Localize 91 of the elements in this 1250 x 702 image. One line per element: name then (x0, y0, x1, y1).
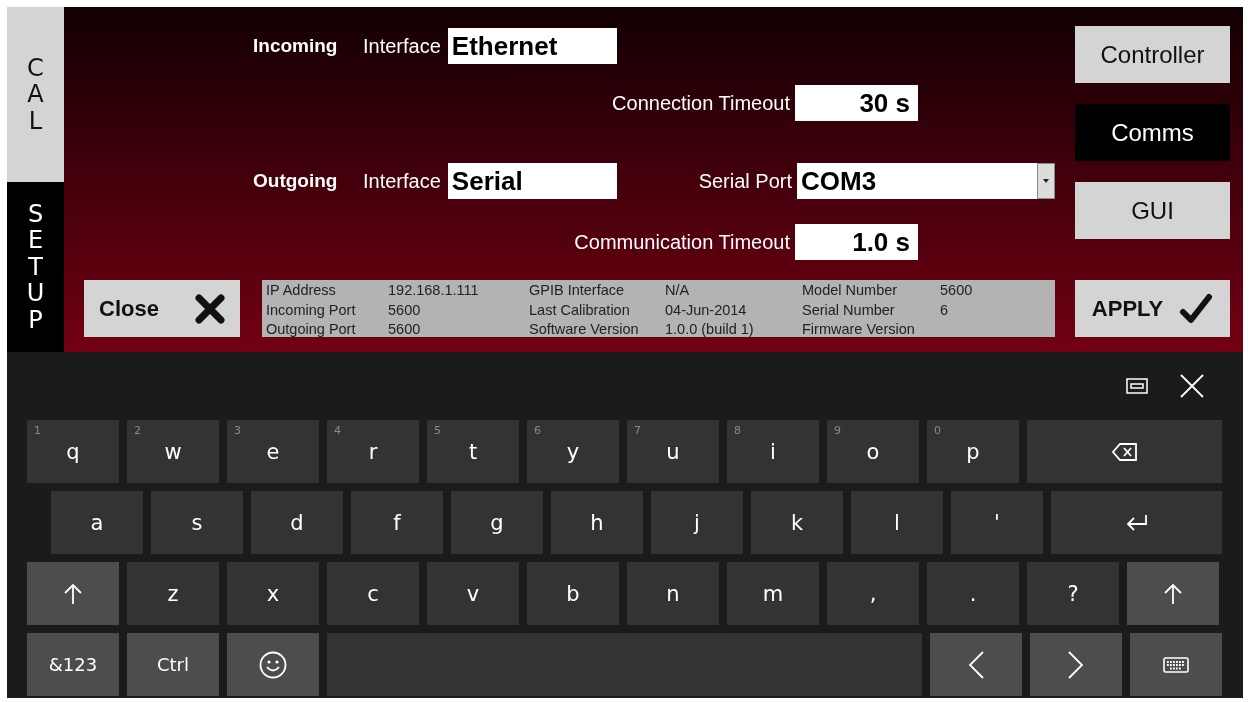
left-key[interactable] (930, 633, 1022, 696)
key[interactable]: ' (951, 491, 1043, 554)
close-icon[interactable] (1180, 374, 1204, 398)
apply-button[interactable]: APPLY (1075, 280, 1230, 337)
key[interactable]: c (327, 562, 419, 625)
key[interactable]: . (927, 562, 1019, 625)
info-value: 5600 (940, 281, 974, 300)
check-icon (1179, 291, 1214, 326)
enter-icon (1124, 513, 1149, 532)
key[interactable]: z (127, 562, 219, 625)
info-label: Last Calibration (529, 300, 631, 320)
key[interactable]: a (51, 491, 143, 554)
info-value: 192.168.1.111 (388, 281, 480, 300)
key[interactable]: v (427, 562, 519, 625)
key[interactable]: 6 y (527, 420, 619, 483)
side-tab[interactable]: SETUP (7, 182, 64, 352)
info-label: Model Number (802, 281, 899, 300)
interface-field[interactable]: Serial (447, 163, 617, 199)
serial-port-field[interactable]: COM3 (797, 163, 1037, 199)
key[interactable]: m (727, 562, 819, 625)
interface-field[interactable]: Ethernet (447, 28, 617, 64)
dock-icon[interactable] (1126, 378, 1148, 394)
field-label: Communication Timeout (573, 230, 790, 254)
key[interactable]: s (151, 491, 243, 554)
key[interactable]: g (451, 491, 543, 554)
timeout-field[interactable]: 30 s (795, 85, 918, 121)
close-icon (194, 293, 225, 324)
section-label: Outgoing (253, 170, 339, 192)
key[interactable]: 9 o (827, 420, 919, 483)
dropdown-button[interactable] (1037, 163, 1055, 199)
caret-icon (1043, 179, 1049, 183)
nav-button[interactable]: GUI (1075, 182, 1230, 239)
info-value: 5600 (388, 320, 422, 339)
key[interactable]: Ctrl (127, 633, 219, 696)
side-tab[interactable]: CAL (7, 7, 64, 182)
key[interactable]: 2 w (127, 420, 219, 483)
key[interactable]: ? (1027, 562, 1119, 625)
info-value: N/A (665, 281, 691, 300)
nav-button[interactable]: Comms (1075, 104, 1230, 161)
up-arrow-icon (1164, 582, 1182, 605)
key[interactable]: 8 i (727, 420, 819, 483)
info-label: Firmware Version (802, 320, 916, 339)
section-label: Incoming (253, 35, 339, 57)
nav-button[interactable]: Controller (1075, 26, 1230, 83)
key[interactable]: 3 e (227, 420, 319, 483)
close-button[interactable]: Close (84, 280, 240, 337)
backspace-key[interactable] (1027, 420, 1222, 483)
field-label: Connection Timeout (611, 91, 790, 115)
key[interactable]: d (251, 491, 343, 554)
keyboard-icon (1163, 656, 1189, 673)
shift-key[interactable] (27, 562, 119, 625)
info-label: Serial Number (802, 300, 896, 320)
enter-key[interactable] (1051, 491, 1222, 554)
info-value: 6 (940, 300, 950, 320)
key[interactable]: , (827, 562, 919, 625)
info-label: Software Version (529, 320, 640, 339)
info-label: IP Address (266, 281, 337, 300)
key[interactable]: j (651, 491, 743, 554)
right-key[interactable] (1030, 633, 1122, 696)
info-value: 1.0.0 (build 1) (665, 320, 755, 339)
key[interactable]: l (851, 491, 943, 554)
key[interactable]: 7 u (627, 420, 719, 483)
key[interactable]: h (551, 491, 643, 554)
key[interactable]: n (627, 562, 719, 625)
key[interactable]: 5 t (427, 420, 519, 483)
info-value: 04-Jun-2014 (665, 300, 748, 320)
key[interactable]: f (351, 491, 443, 554)
backspace-icon (1111, 441, 1138, 462)
up-arrow-icon (64, 582, 82, 605)
space-bar[interactable] (327, 633, 922, 696)
key[interactable]: &123 (27, 633, 119, 696)
key[interactable]: k (751, 491, 843, 554)
chevron-left-icon (968, 650, 984, 679)
chevron-right-icon (1068, 650, 1084, 679)
field-label: Interface (363, 34, 441, 58)
timeout-field[interactable]: 1.0 s (795, 224, 918, 260)
key[interactable]: x (227, 562, 319, 625)
info-label: GPIB Interface (529, 281, 626, 300)
info-value: 5600 (388, 300, 422, 320)
emoji-key[interactable] (227, 633, 319, 696)
field-label: Interface (363, 169, 441, 193)
info-label: Outgoing Port (266, 320, 357, 339)
keyboard-key[interactable] (1130, 633, 1222, 696)
key[interactable]: 0 p (927, 420, 1019, 483)
key[interactable]: b (527, 562, 619, 625)
field-label: Serial Port (697, 169, 792, 193)
key[interactable]: 1 q (27, 420, 119, 483)
info-label: Incoming Port (266, 300, 357, 320)
key[interactable]: 4 r (327, 420, 419, 483)
shift-key[interactable] (1127, 562, 1219, 625)
smiley-icon (259, 650, 287, 679)
